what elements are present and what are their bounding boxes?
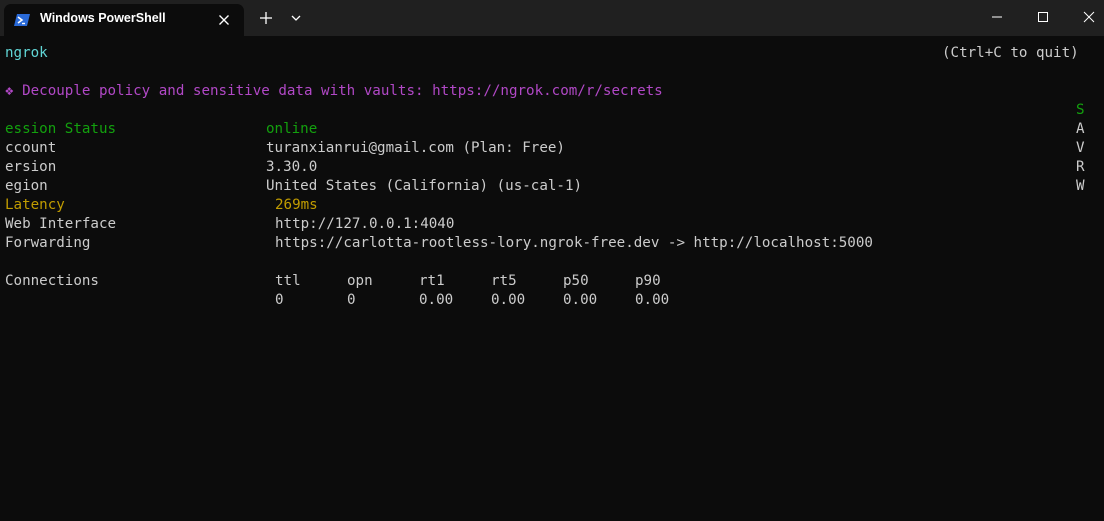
title-bar: Windows PowerShell [0,0,1104,36]
connections-value-rt5: 0.00 [491,292,526,308]
version-label: ersion [5,159,57,175]
terminal-output[interactable]: ngrok (Ctrl+C to quit) ❖ Decouple policy… [0,36,1104,521]
connections-header-p50: p50 [563,273,589,289]
maximize-button[interactable] [1020,0,1066,34]
session-status-value: online [266,121,318,137]
new-tab-button[interactable] [256,8,276,28]
right-column-char: A [1076,121,1085,137]
connections-label: Connections [5,273,99,289]
web-interface-value[interactable]: http://127.0.0.1:4040 [275,215,454,234]
minimize-button[interactable] [974,0,1020,34]
powershell-icon [14,12,30,26]
account-label: ccount [5,140,57,156]
connections-header-ttl: ttl [275,273,301,289]
version-value: 3.30.0 [266,159,318,175]
forwarding-label: Forwarding [5,235,91,251]
right-column-char: S [1076,102,1085,118]
connections-value-ttl: 0 [275,292,284,308]
region-value: United States (California) (us-cal-1) [266,178,583,194]
right-column-char: R [1076,159,1085,175]
tab-title: Windows PowerShell [40,11,166,25]
plus-icon [260,12,272,24]
close-window-button[interactable] [1066,0,1104,34]
tab-windows-powershell[interactable]: Windows PowerShell [4,4,244,36]
quit-hint: (Ctrl+C to quit) [942,45,1079,61]
connections-header-rt5: rt5 [491,273,517,289]
connections-header-opn: opn [347,273,373,289]
tab-dropdown-button[interactable] [286,8,306,28]
close-icon [1083,11,1095,23]
region-label: egion [5,178,48,194]
forwarding-value[interactable]: https://carlotta-rootless-lory.ngrok-fre… [275,234,873,253]
connections-header-p90: p90 [635,273,661,289]
account-value: turanxianrui@gmail.com (Plan: Free) [266,140,565,156]
connections-value-opn: 0 [347,292,356,308]
maximize-icon [1038,12,1048,22]
connections-header-rt1: rt1 [419,273,445,289]
latency-value: 269ms [275,197,318,213]
close-tab-icon[interactable] [216,12,232,28]
web-interface-label: Web Interface [5,216,117,232]
chevron-down-icon [291,15,301,21]
connections-value-p90: 0.00 [635,292,670,308]
right-column-char: V [1076,140,1085,156]
connections-value-rt1: 0.00 [419,292,454,308]
connections-value-p50: 0.00 [563,292,598,308]
latency-label: Latency [5,197,65,213]
right-column-char: W [1076,178,1085,194]
minimize-icon [992,16,1002,18]
app-name: ngrok [5,45,48,61]
session-status-label: ession Status [5,121,117,137]
notice-line: ❖ Decouple policy and sensitive data wit… [5,83,663,99]
